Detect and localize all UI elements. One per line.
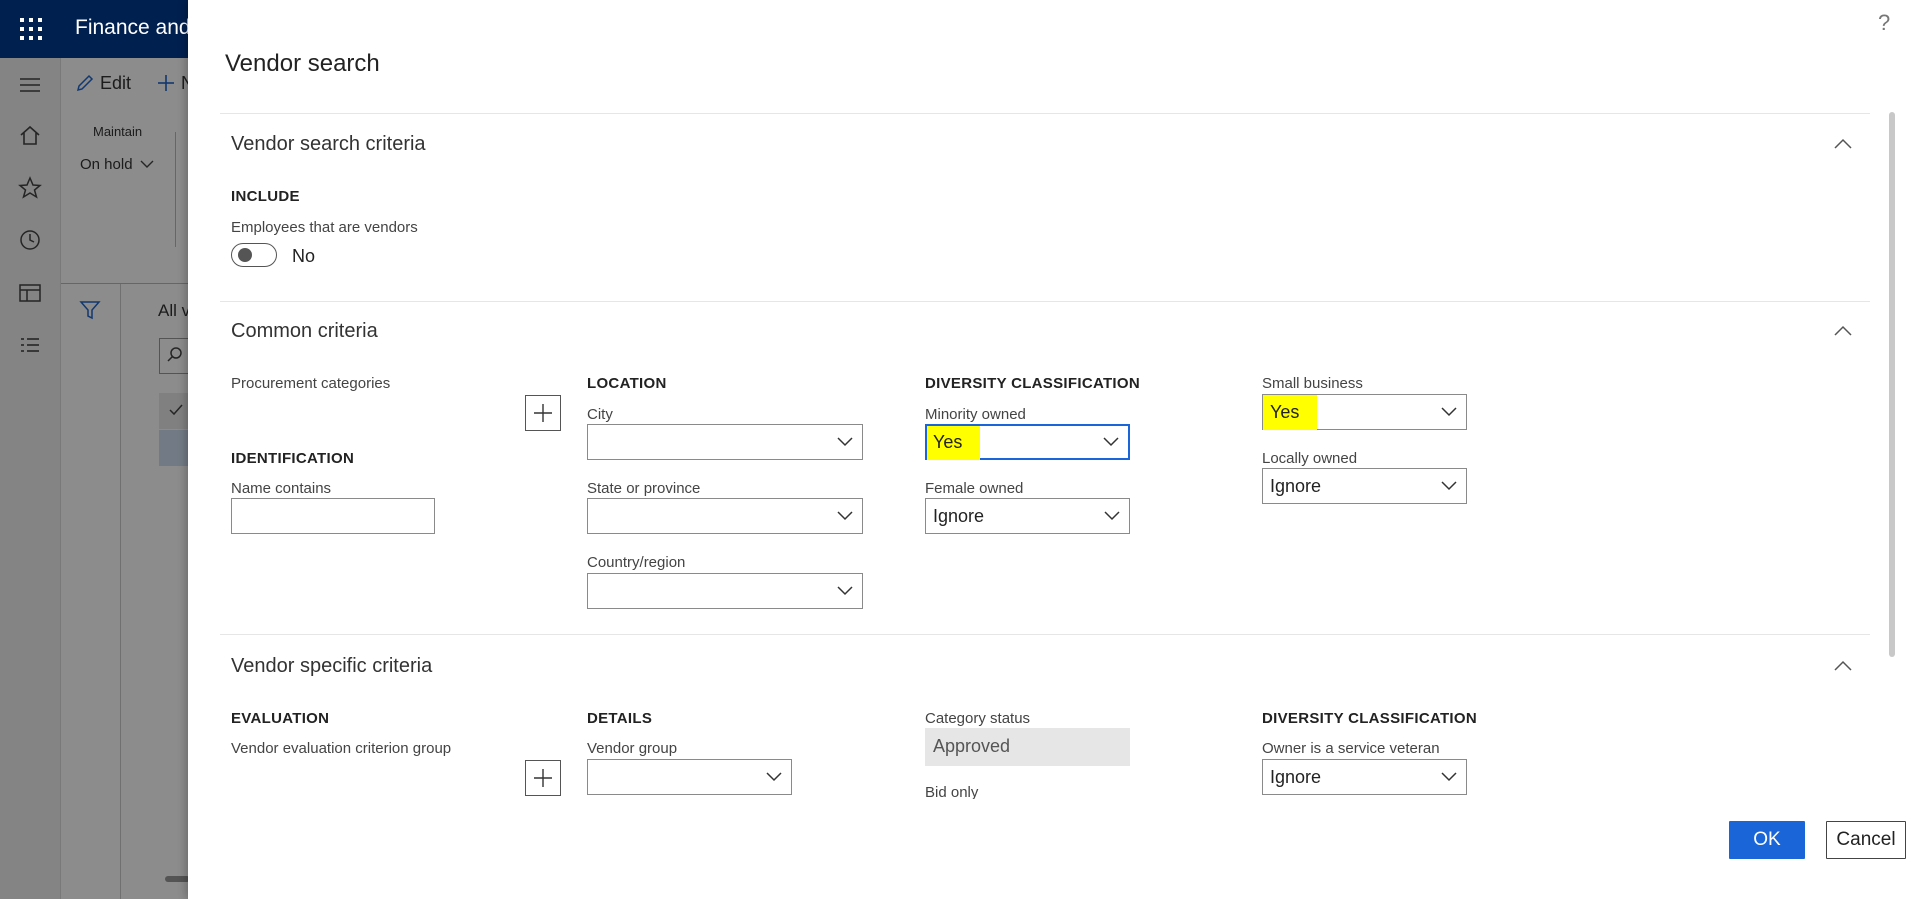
chevron-down-icon xyxy=(837,437,853,447)
female-owned-label: Female owned xyxy=(925,480,1024,497)
minority-owned-label: Minority owned xyxy=(925,406,1026,423)
chevron-down-icon xyxy=(837,586,853,596)
add-procurement-category-button[interactable] xyxy=(525,395,561,431)
small-business-combobox[interactable]: Yes xyxy=(1262,394,1467,430)
female-owned-combobox[interactable]: Ignore xyxy=(925,498,1130,534)
state-province-combobox[interactable] xyxy=(587,498,863,534)
small-business-value: Yes xyxy=(1263,395,1318,430)
details-group-header: DETAILS xyxy=(587,710,653,727)
collapse-chevron-up-icon[interactable] xyxy=(1833,325,1853,337)
vendor-group-label: Vendor group xyxy=(587,740,678,757)
chevron-down-icon xyxy=(1103,437,1119,447)
bid-only-label: Bid only xyxy=(925,784,979,799)
country-region-label: Country/region xyxy=(587,554,686,571)
location-group-header: LOCATION xyxy=(587,375,667,392)
employees-toggle-label: Employees that are vendors xyxy=(231,219,418,236)
service-veteran-value: Ignore xyxy=(1270,767,1322,787)
category-status-label: Category status xyxy=(925,710,1031,727)
app-launcher-icon[interactable] xyxy=(18,16,44,42)
vendor-search-dialog: Vendor search ? Vendor search criteria I… xyxy=(188,0,1918,899)
section-divider xyxy=(220,113,1870,114)
country-region-combobox[interactable] xyxy=(587,573,863,609)
service-veteran-combobox[interactable]: Ignore xyxy=(1262,759,1467,795)
chevron-down-icon xyxy=(1441,481,1457,491)
diversity-classification-header: DIVERSITY CLASSIFICATION xyxy=(1262,710,1477,727)
identification-group-header: IDENTIFICATION xyxy=(231,450,355,467)
dialog-scrollbar[interactable] xyxy=(1889,112,1895,657)
service-veteran-label: Owner is a service veteran xyxy=(1262,740,1440,757)
employees-toggle-value: No xyxy=(292,246,316,266)
add-evaluation-group-button[interactable] xyxy=(525,760,561,796)
vendor-group-combobox[interactable] xyxy=(587,759,792,795)
small-business-label: Small business xyxy=(1262,375,1363,392)
procurement-categories-label: Procurement categories xyxy=(231,375,391,392)
vendor-search-criteria-header[interactable]: Vendor search criteria xyxy=(231,133,426,156)
locally-owned-label: Locally owned xyxy=(1262,450,1358,467)
category-status-value: Approved xyxy=(933,736,1011,756)
vendor-specific-criteria-header[interactable]: Vendor specific criteria xyxy=(231,655,432,678)
diversity-classification-header: DIVERSITY CLASSIFICATION xyxy=(925,375,1140,392)
section-divider xyxy=(220,634,1870,635)
common-criteria-header[interactable]: Common criteria xyxy=(231,320,378,343)
evaluation-group-header: EVALUATION xyxy=(231,710,330,727)
bid-only-clip: Bid only xyxy=(925,782,1130,799)
modal-overlay xyxy=(0,58,190,899)
plus-icon xyxy=(534,769,552,787)
city-label: City xyxy=(587,406,613,423)
include-group-header: INCLUDE xyxy=(231,188,300,205)
chevron-down-icon xyxy=(1441,407,1457,417)
minority-owned-combobox[interactable]: Yes xyxy=(925,424,1130,460)
dialog-footer xyxy=(188,800,1908,899)
collapse-chevron-up-icon[interactable] xyxy=(1833,660,1853,672)
chevron-down-icon xyxy=(837,511,853,521)
ok-button[interactable]: OK xyxy=(1729,821,1805,859)
toggle-knob xyxy=(238,248,252,262)
chevron-down-icon xyxy=(766,772,782,782)
state-province-label: State or province xyxy=(587,480,701,497)
city-combobox[interactable] xyxy=(587,424,863,460)
locally-owned-combobox[interactable]: Ignore xyxy=(1262,468,1467,504)
locally-owned-value: Ignore xyxy=(1270,476,1322,496)
vendor-evaluation-group-label: Vendor evaluation criterion group xyxy=(231,740,452,757)
collapse-chevron-up-icon[interactable] xyxy=(1833,138,1853,150)
section-divider xyxy=(220,301,1870,302)
help-icon[interactable]: ? xyxy=(1878,10,1890,36)
employees-vendors-toggle[interactable] xyxy=(231,243,277,267)
chevron-down-icon xyxy=(1104,511,1120,521)
category-status-field: Approved xyxy=(925,728,1130,766)
plus-icon xyxy=(534,404,552,422)
cancel-button[interactable]: Cancel xyxy=(1826,821,1906,859)
name-contains-input[interactable] xyxy=(231,498,435,534)
female-owned-value: Ignore xyxy=(933,506,985,526)
chevron-down-icon xyxy=(1441,772,1457,782)
app-title: Finance and xyxy=(75,16,191,39)
minority-owned-value: Yes xyxy=(927,426,981,460)
dialog-title: Vendor search xyxy=(225,50,380,77)
name-contains-label: Name contains xyxy=(231,480,332,497)
